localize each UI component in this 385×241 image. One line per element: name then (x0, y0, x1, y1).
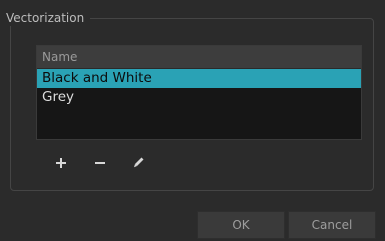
add-button[interactable] (49, 151, 73, 175)
list-item[interactable]: Black and White (37, 69, 361, 88)
minus-icon (95, 162, 105, 164)
column-header-name[interactable]: Name (37, 46, 361, 69)
group-title: Vectorization (4, 10, 91, 26)
pen-icon (134, 157, 144, 168)
remove-button[interactable] (88, 151, 112, 175)
plus-icon (56, 158, 66, 168)
cancel-button[interactable]: Cancel (288, 211, 376, 239)
vectorization-list[interactable]: Name Black and White Grey (36, 45, 362, 140)
list-item[interactable]: Grey (37, 88, 361, 107)
edit-button[interactable] (126, 151, 150, 175)
ok-button[interactable]: OK (197, 211, 285, 239)
